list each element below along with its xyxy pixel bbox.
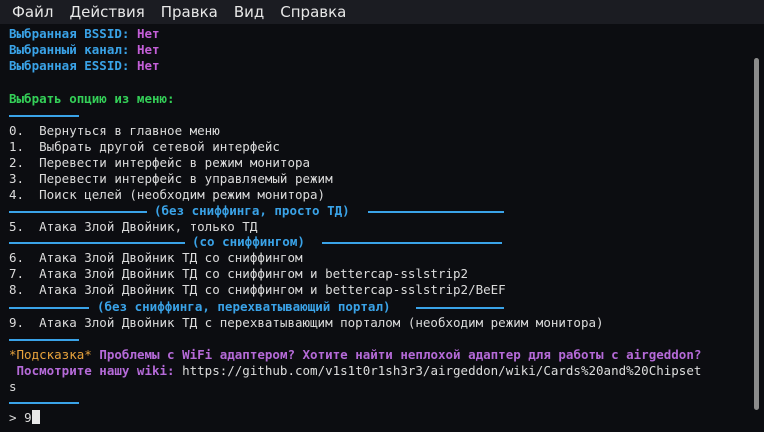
selected-bssid-line: Выбранная BSSID: Нет (9, 26, 160, 42)
selected-bssid-label: Выбранная BSSID: (9, 26, 130, 41)
selected-channel-line: Выбранный канал: Нет (9, 42, 160, 58)
option-8: 8. Атака Злой Двойник ТД со сниффингом и… (9, 282, 506, 297)
menu-prompt-heading: Выбрать опцию из меню: (9, 91, 175, 106)
section-label-captive-portal: (без сниффинга, перехватывающий портал) (97, 299, 391, 314)
hint-line: *Подсказка* Проблемы с WiFi адаптером? Х… (9, 347, 701, 363)
divider (9, 211, 147, 213)
scrollbar-thumb[interactable] (754, 58, 759, 410)
option-6: 6. Атака Злой Двойник ТД со сниффингом (9, 250, 303, 265)
divider (9, 242, 185, 244)
selected-channel-label: Выбранный канал: (9, 42, 130, 57)
divider (322, 242, 502, 244)
wiki-url[interactable]: https://github.com/v1s1t0r1sh3r3/airgedd… (175, 363, 701, 378)
option-3: 3. Перевести интерфейс в управляемый реж… (9, 171, 333, 186)
option-9: 9. Атака Злой Двойник ТД с перехватывающ… (9, 315, 604, 330)
option-7: 7. Атака Злой Двойник ТД со сниффингом и… (9, 266, 469, 281)
option-2: 2. Перевести интерфейс в режим монитора (9, 155, 311, 170)
wiki-url-wrap: s (9, 379, 17, 394)
option-0: 0. Вернуться в главное меню (9, 123, 220, 138)
input-prompt: > (9, 410, 25, 425)
selected-essid-label: Выбранная ESSID: (9, 58, 130, 73)
divider (9, 402, 79, 404)
menu-edit[interactable]: Правка (153, 0, 226, 24)
menu-view[interactable]: Вид (226, 0, 272, 24)
selected-essid-value: Нет (136, 58, 160, 73)
terminal-output[interactable]: Выбранная BSSID: Нет Выбранный канал: Не… (0, 24, 750, 432)
menu-actions[interactable]: Действия (61, 0, 152, 24)
hint-text: Проблемы с WiFi адаптером? Хотите найти … (91, 347, 702, 362)
option-4: 4. Поиск целей (необходим режим монитора… (9, 187, 326, 202)
input-line[interactable]: > 9 (9, 410, 40, 426)
menu-file[interactable]: Файл (4, 0, 61, 24)
divider (9, 339, 79, 341)
section-label-with-sniffing: (со сниффингом) (192, 234, 305, 249)
divider (9, 115, 79, 117)
menu-help[interactable]: Справка (272, 0, 354, 24)
divider (9, 307, 89, 309)
divider (368, 211, 504, 213)
option-5: 5. Атака Злой Двойник, только ТД (9, 219, 258, 234)
menu-bar: Файл Действия Правка Вид Справка (0, 0, 764, 24)
wiki-line: Посмотрите нашу wiki: https://github.com… (9, 363, 702, 379)
input-value[interactable]: 9 (24, 410, 32, 425)
option-1: 1. Выбрать другой сетевой интерфейс (9, 139, 280, 154)
section-label-no-sniffing: (без сниффинга, просто ТД) (154, 203, 350, 218)
text-cursor (31, 410, 40, 424)
hint-label: *Подсказка* (9, 347, 92, 362)
selected-essid-line: Выбранная ESSID: Нет (9, 58, 160, 74)
divider (416, 307, 504, 309)
selected-channel-value: Нет (136, 42, 160, 57)
selected-bssid-value: Нет (136, 26, 160, 41)
wiki-label: Посмотрите нашу wiki: (9, 363, 175, 378)
